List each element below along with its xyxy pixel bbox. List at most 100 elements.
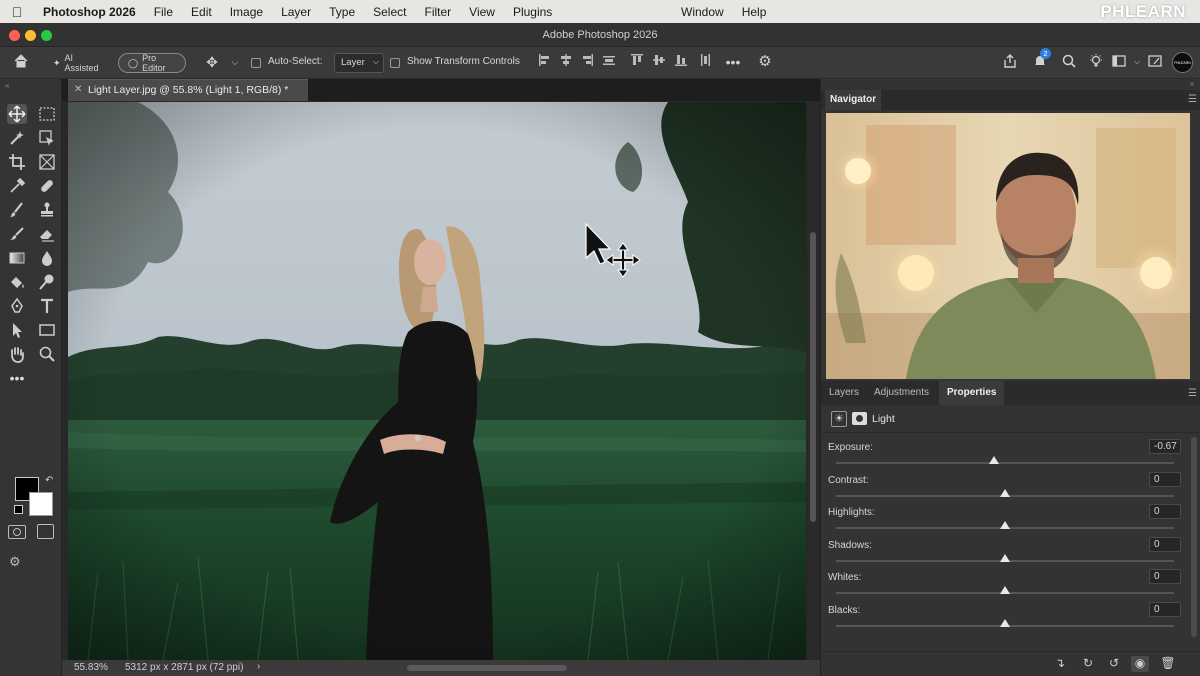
adjustment-type-icon[interactable]: ☀: [831, 411, 847, 427]
default-colors-icon[interactable]: [14, 505, 23, 514]
hand-tool-icon[interactable]: [7, 344, 27, 364]
ai-assisted-button[interactable]: ✦ AI Assisted: [44, 53, 114, 73]
auto-select-checkbox[interactable]: [251, 58, 261, 68]
align-center-icon[interactable]: [557, 53, 575, 71]
view-previous-state-icon[interactable]: ↻: [1079, 656, 1097, 672]
lightbulb-icon[interactable]: [1087, 53, 1105, 71]
slider-value-input[interactable]: 0: [1149, 602, 1181, 617]
workspace-icon[interactable]: [1110, 53, 1128, 71]
auto-select-dropdown[interactable]: Layer ⌵: [334, 53, 384, 73]
chevron-down-icon[interactable]: ⌵: [1128, 53, 1146, 71]
align-left-icon[interactable]: [536, 53, 554, 71]
slider-thumb[interactable]: [988, 456, 999, 464]
screen-mode-icon[interactable]: [37, 524, 54, 539]
menu-edit[interactable]: Edit: [182, 5, 221, 19]
brush-tool-icon[interactable]: [7, 200, 27, 220]
trash-icon[interactable]: 🗑: [1159, 656, 1177, 672]
more-options-icon[interactable]: •••: [724, 53, 742, 71]
more-tools-icon[interactable]: •••: [7, 368, 27, 388]
chevron-right-icon[interactable]: ›: [257, 661, 260, 672]
canvas-horizontal-scrollbar[interactable]: [407, 665, 567, 671]
user-avatar[interactable]: PHLEARN: [1172, 52, 1193, 73]
healing-brush-tool-icon[interactable]: [37, 176, 57, 196]
gear-icon[interactable]: ⚙: [756, 53, 774, 71]
menu-type[interactable]: Type: [320, 5, 364, 19]
object-selection-tool-icon[interactable]: [7, 128, 27, 148]
chevron-down-icon[interactable]: ⌵: [226, 53, 244, 71]
align-bottom-icon[interactable]: [672, 53, 690, 71]
align-top-icon[interactable]: [628, 53, 646, 71]
slider-track[interactable]: [836, 462, 1174, 464]
share-icon[interactable]: [1001, 53, 1019, 71]
slider-thumb[interactable]: [1000, 619, 1010, 627]
distribute-vertical-icon[interactable]: [696, 53, 714, 71]
arrange-documents-icon[interactable]: [1146, 53, 1164, 71]
pen-tool-icon[interactable]: [7, 296, 27, 316]
slider-thumb[interactable]: [1000, 586, 1010, 595]
menu-window[interactable]: Window: [672, 5, 733, 19]
document-tab[interactable]: ✕ Light Layer.jpg @ 55.8% (Light 1, RGB/…: [68, 79, 308, 101]
image-canvas[interactable]: [68, 102, 806, 660]
collapse-panels-icon[interactable]: »: [1190, 79, 1194, 88]
frame-tool-icon[interactable]: [37, 152, 57, 172]
tab-layers[interactable]: Layers: [821, 381, 867, 405]
move-tool-icon[interactable]: ✥: [203, 53, 221, 71]
slider-value-input[interactable]: 0: [1149, 471, 1181, 487]
menu-file[interactable]: File: [145, 5, 182, 19]
menu-view[interactable]: View: [460, 5, 504, 19]
slider-value-input[interactable]: 0: [1149, 569, 1181, 585]
slider-thumb[interactable]: [1000, 553, 1010, 562]
apple-menu-icon[interactable]: : [0, 4, 34, 20]
navigator-tab[interactable]: Navigator: [825, 90, 882, 110]
zoom-level[interactable]: 55.83%: [74, 662, 108, 673]
blur-tool-icon[interactable]: [37, 248, 57, 268]
swap-colors-icon[interactable]: ↶: [45, 475, 53, 486]
crop-tool-icon[interactable]: [7, 152, 27, 172]
zoom-tool-icon[interactable]: [37, 344, 57, 364]
menu-filter[interactable]: Filter: [415, 5, 460, 19]
slider-thumb[interactable]: [1000, 488, 1010, 497]
edit-toolbar-icon[interactable]: ⚙: [9, 554, 21, 570]
menu-image[interactable]: Image: [221, 5, 272, 19]
object-select-icon[interactable]: [37, 128, 57, 148]
menu-layer[interactable]: Layer: [272, 5, 320, 19]
panel-menu-icon[interactable]: ☰: [1188, 388, 1197, 399]
paint-bucket-tool-icon[interactable]: [7, 272, 27, 292]
reset-adjustments-icon[interactable]: ↺: [1105, 656, 1123, 672]
slider-thumb[interactable]: [1000, 521, 1010, 530]
distribute-icon[interactable]: [600, 53, 618, 71]
align-right-icon[interactable]: [578, 53, 596, 71]
menu-plugins[interactable]: Plugins: [504, 5, 561, 19]
eyedropper-tool-icon[interactable]: [7, 176, 27, 196]
clone-stamp-tool-icon[interactable]: [37, 200, 57, 220]
history-brush-tool-icon[interactable]: [7, 224, 27, 244]
panel-menu-icon[interactable]: ☰: [1188, 94, 1197, 105]
collapse-toolbar-icon[interactable]: «: [5, 81, 9, 90]
properties-scrollbar[interactable]: [1191, 437, 1197, 637]
background-color-swatch[interactable]: [29, 492, 53, 516]
marquee-tool-icon[interactable]: [37, 104, 57, 124]
search-icon[interactable]: [1060, 53, 1078, 71]
menu-select[interactable]: Select: [364, 5, 415, 19]
move-tool-icon[interactable]: [7, 104, 27, 124]
rectangle-tool-icon[interactable]: [37, 320, 57, 340]
slider-value-input[interactable]: 0: [1149, 536, 1181, 552]
pro-editor-button[interactable]: ◯ Pro Editor: [118, 53, 186, 73]
slider-value-input[interactable]: 0: [1149, 504, 1181, 520]
path-selection-tool-icon[interactable]: [7, 320, 27, 340]
type-tool-icon[interactable]: [37, 296, 57, 316]
canvas-vertical-scrollbar[interactable]: [808, 102, 818, 660]
scroll-thumb[interactable]: [810, 232, 816, 522]
show-transform-checkbox[interactable]: [390, 58, 400, 68]
align-middle-icon[interactable]: [650, 53, 668, 71]
close-document-icon[interactable]: ✕: [74, 84, 82, 95]
gradient-tool-icon[interactable]: [7, 248, 27, 268]
menu-help[interactable]: Help: [733, 5, 776, 19]
dodge-tool-icon[interactable]: [37, 272, 57, 292]
tab-properties[interactable]: Properties: [939, 381, 1005, 405]
visibility-eye-icon[interactable]: ◉: [1131, 656, 1149, 672]
home-icon[interactable]: [12, 53, 30, 71]
navigator-preview[interactable]: [826, 113, 1190, 379]
menu-app-name[interactable]: Photoshop 2026: [34, 5, 145, 19]
clip-to-layer-icon[interactable]: ↴: [1051, 656, 1069, 672]
